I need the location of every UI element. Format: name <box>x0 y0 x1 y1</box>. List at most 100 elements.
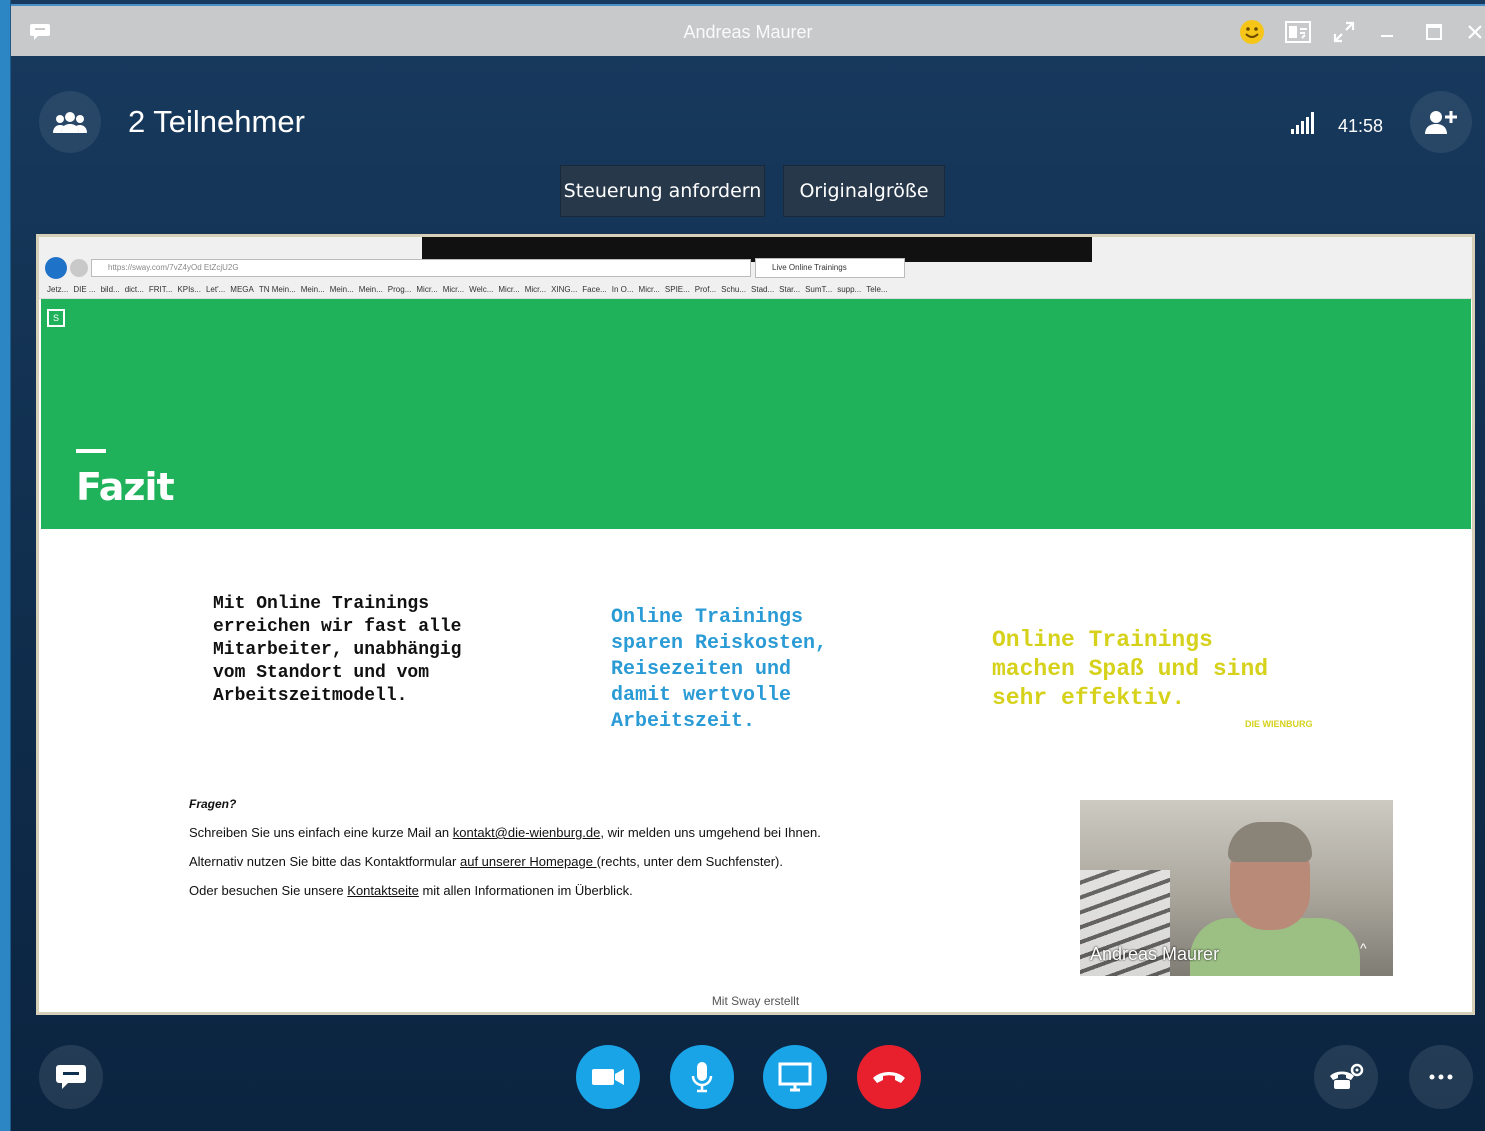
col2-line: sparen Reiskosten, <box>611 632 828 655</box>
phone-settings-icon <box>1330 1063 1364 1089</box>
favorite-item[interactable]: Welc... <box>469 285 493 294</box>
text-column-3: Online Trainings machen Spaß und sind se… <box>992 626 1352 713</box>
add-person-icon <box>1425 111 1457 134</box>
more-options-button[interactable] <box>1409 1045 1473 1109</box>
col1-line: Arbeitszeitmodell. <box>213 686 408 706</box>
favorite-item[interactable]: Micr... <box>416 285 437 294</box>
browser-chrome: https://sway.com/7vZ4yOd EtZcjU2G Live O… <box>39 237 1472 299</box>
favorite-item[interactable]: TN Mein... <box>259 285 296 294</box>
favorite-item[interactable]: Prof... <box>695 285 716 294</box>
minimize-icon[interactable] <box>1377 18 1397 46</box>
favorite-item[interactable]: Schu... <box>721 285 746 294</box>
homepage-link[interactable]: auf unserer Homepage <box>460 854 597 869</box>
call-timer: 41:58 <box>1338 116 1384 136</box>
call-controls <box>11 1030 1485 1131</box>
questions-heading: Fragen? <box>189 797 237 811</box>
email-link[interactable]: kontakt@die-wienburg.de <box>453 825 601 840</box>
original-size-button[interactable]: Originalgröße <box>783 165 945 217</box>
favorite-item[interactable]: KPIs... <box>177 285 201 294</box>
favorite-item[interactable]: SumT... <box>805 285 832 294</box>
favorite-item[interactable]: Let'... <box>206 285 225 294</box>
favorite-item[interactable]: Face... <box>582 285 606 294</box>
sway-footer: Mit Sway erstellt <box>711 994 800 1008</box>
participants-button[interactable] <box>39 91 101 153</box>
ellipsis-icon <box>1429 1074 1453 1080</box>
contact-line-1: Schreiben Sie uns einfach eine kurze Mai… <box>189 825 821 840</box>
address-row: https://sway.com/7vZ4yOd EtZcjU2G Live O… <box>39 255 1472 281</box>
hero-accent-line <box>76 449 106 453</box>
add-participant-button[interactable] <box>1410 91 1472 153</box>
col1-line: Mitarbeiter, unabhängig <box>213 640 462 660</box>
chat-icon <box>56 1065 86 1089</box>
favorite-item[interactable]: Tele... <box>866 285 887 294</box>
favorite-item[interactable]: Micr... <box>525 285 546 294</box>
favorite-item[interactable]: Micr... <box>498 285 519 294</box>
col1-line: vom Standort und vom <box>213 663 430 683</box>
favorite-item[interactable]: bild... <box>101 285 120 294</box>
contact-line-3: Oder besuchen Sie unsere Kontaktseite mi… <box>189 883 633 898</box>
contact-card-icon[interactable] <box>1284 18 1312 46</box>
screen-share-button[interactable] <box>763 1045 827 1109</box>
forward-arrow-icon[interactable] <box>70 259 88 277</box>
close-icon[interactable] <box>1465 18 1485 46</box>
col2-line: Reisezeiten und <box>611 658 792 681</box>
video-toggle-button[interactable] <box>576 1045 640 1109</box>
chevron-up-icon[interactable]: ^ <box>1360 940 1367 956</box>
col1-line: erreichen wir fast alle <box>213 617 462 637</box>
favorite-item[interactable]: MEGA <box>230 285 254 294</box>
favorite-item[interactable]: Prog... <box>388 285 412 294</box>
col3-line: sehr effektiv. <box>992 685 1186 711</box>
self-video-preview[interactable]: Andreas Maurer ^ <box>1080 800 1393 976</box>
browser-tab[interactable]: Live Online Trainings <box>755 258 905 278</box>
col1-line: Mit Online Trainings <box>213 594 430 614</box>
shared-screen: https://sway.com/7vZ4yOd EtZcjU2G Live O… <box>36 234 1475 1015</box>
call-settings-button[interactable] <box>1314 1045 1378 1109</box>
sway-hero: S Fazit <box>41 299 1471 529</box>
hang-up-button[interactable] <box>857 1045 921 1109</box>
address-bar[interactable]: https://sway.com/7vZ4yOd EtZcjU2G <box>91 259 751 277</box>
favorite-item[interactable]: Micr... <box>639 285 660 294</box>
favorite-item[interactable]: supp... <box>837 285 861 294</box>
participants-count: 2 Teilnehmer <box>128 104 305 139</box>
hang-up-icon <box>873 1072 905 1083</box>
microphone-toggle-button[interactable] <box>670 1045 734 1109</box>
chat-button[interactable] <box>39 1045 103 1109</box>
col2-line: Online Trainings <box>611 606 804 629</box>
favorite-item[interactable]: SPIE... <box>665 285 690 294</box>
favorite-item[interactable]: In O... <box>612 285 634 294</box>
favorite-item[interactable]: Micr... <box>443 285 464 294</box>
favorite-item[interactable]: XING... <box>551 285 577 294</box>
request-control-button[interactable]: Steuerung anfordern <box>560 165 765 217</box>
text-column-1: Mit Online Trainings erreichen wir fast … <box>213 593 533 708</box>
col3-line: machen Spaß und sind <box>992 656 1269 682</box>
signal-strength-icon <box>1291 112 1314 134</box>
video-camera-icon <box>592 1069 624 1085</box>
favorite-item[interactable]: Star... <box>779 285 800 294</box>
favorite-item[interactable]: dict... <box>125 285 144 294</box>
back-arrow-icon[interactable] <box>45 257 67 279</box>
monitor-icon <box>778 1062 812 1092</box>
sway-logo-icon: S <box>47 309 65 327</box>
col3-line: Online Trainings <box>992 627 1213 653</box>
contact-page-link[interactable]: Kontaktseite <box>347 883 419 898</box>
favorite-item[interactable]: DIE ... <box>73 285 95 294</box>
title-bar: Andreas Maurer <box>11 4 1485 56</box>
favorite-item[interactable]: Mein... <box>301 285 325 294</box>
text-column-2: Online Trainings sparen Reiskosten, Reis… <box>611 605 911 735</box>
video-name-label: Andreas Maurer <box>1090 944 1220 964</box>
call-header: 2 Teilnehmer 41:58 <box>11 56 1485 166</box>
favorite-item[interactable]: Jetz... <box>47 285 68 294</box>
favorite-item[interactable]: Stad... <box>751 285 774 294</box>
favorite-item[interactable]: FRIT... <box>149 285 173 294</box>
col2-line: Arbeitszeit. <box>611 710 756 733</box>
fullscreen-icon[interactable] <box>1331 18 1357 46</box>
favorite-item[interactable]: Mein... <box>359 285 383 294</box>
contact-line-2: Alternativ nutzen Sie bitte das Kontaktf… <box>189 854 783 869</box>
brand-mark: DIE WIENBURG <box>1245 719 1313 729</box>
microphone-icon <box>691 1062 713 1093</box>
maximize-icon[interactable] <box>1423 18 1445 46</box>
emoticon-icon[interactable] <box>1238 18 1266 46</box>
favorites-bar: Jetz... DIE ... bild... dict... FRIT... KPIs.… <box>39 281 1472 299</box>
favorite-item[interactable]: Mein... <box>330 285 354 294</box>
skype-call-window: Andreas Maurer 2 Teilnehmer 41:58 Steuer… <box>11 0 1485 1131</box>
